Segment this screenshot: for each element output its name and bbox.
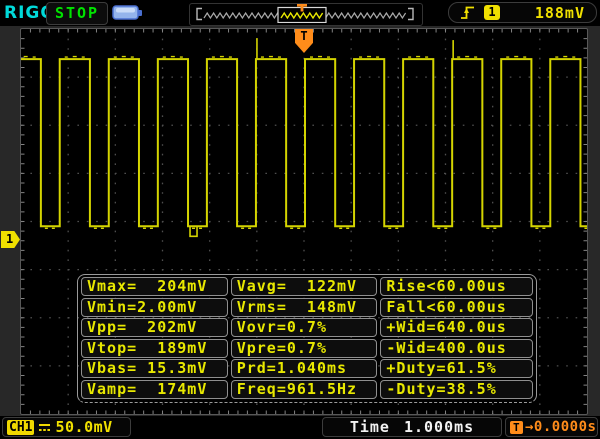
trigger-offset-badge: T xyxy=(510,420,523,434)
measurement-vrms: Vrms= 148mV xyxy=(230,297,378,317)
timebase-value: 1.000ms xyxy=(403,418,475,436)
trigger-offset-value: →0.0000s xyxy=(525,419,597,435)
measurement-period: Prd=1.040ms xyxy=(230,359,378,378)
trigger-readout: 1 188mV xyxy=(448,2,597,23)
measurement-vavg: Vavg= 122mV xyxy=(230,277,378,296)
rising-edge-icon xyxy=(461,6,474,19)
measurement-vmax: Vmax= 204mV xyxy=(81,277,228,296)
channel1-scale-value: 50.0mV xyxy=(55,418,113,436)
channel1-label-badge: CH1 xyxy=(7,419,35,435)
measurement-vpp: Vpp= 202mV xyxy=(81,318,228,337)
trigger-source-badge: 1 xyxy=(484,5,500,20)
horizontal-position-indicator xyxy=(189,3,423,26)
measurement-vtop: Vtop= 189mV xyxy=(81,338,228,358)
timebase-readout: Time 1.000ms xyxy=(322,417,502,437)
memory-waveform-icon xyxy=(196,4,414,24)
measurements-panel: Vmax= 204mV Vavg= 122mV Rise<60.00us Vmi… xyxy=(77,274,537,403)
measurement-vamp: Vamp= 174mV xyxy=(81,379,228,399)
measurement-pos-width: +Wid=640.0us xyxy=(380,318,533,337)
measurement-neg-duty: -Duty=38.5% xyxy=(380,379,533,399)
measurement-rise: Rise<60.00us xyxy=(380,277,533,296)
measurement-vovr: Vovr=0.7% xyxy=(230,318,378,337)
measurement-vpre: Vpre=0.7% xyxy=(230,338,378,358)
battery-icon xyxy=(112,5,142,20)
dc-coupling-icon xyxy=(39,423,51,431)
measurement-vbas: Vbas= 15.3mV xyxy=(81,359,228,378)
measurement-freq: Freq=961.5Hz xyxy=(230,379,378,399)
measurement-pos-duty: +Duty=61.5% xyxy=(380,359,533,378)
timebase-label: Time xyxy=(349,418,390,436)
acquisition-status-badge: STOP xyxy=(46,2,108,25)
trigger-level-value: 188mV xyxy=(534,3,585,22)
trigger-offset-readout: T →0.0000s xyxy=(505,417,598,437)
measurement-neg-width: -Wid=400.0us xyxy=(380,338,533,358)
oscilloscope-display: RIGOL STOP 1 188mV T 1 Vmax= 204mV Vavg=… xyxy=(0,0,600,439)
channel1-settings: CH1 50.0mV xyxy=(2,417,131,437)
measurement-vmin: Vmin=2.00mV xyxy=(81,297,228,317)
measurement-fall: Fall<60.00us xyxy=(380,297,533,317)
